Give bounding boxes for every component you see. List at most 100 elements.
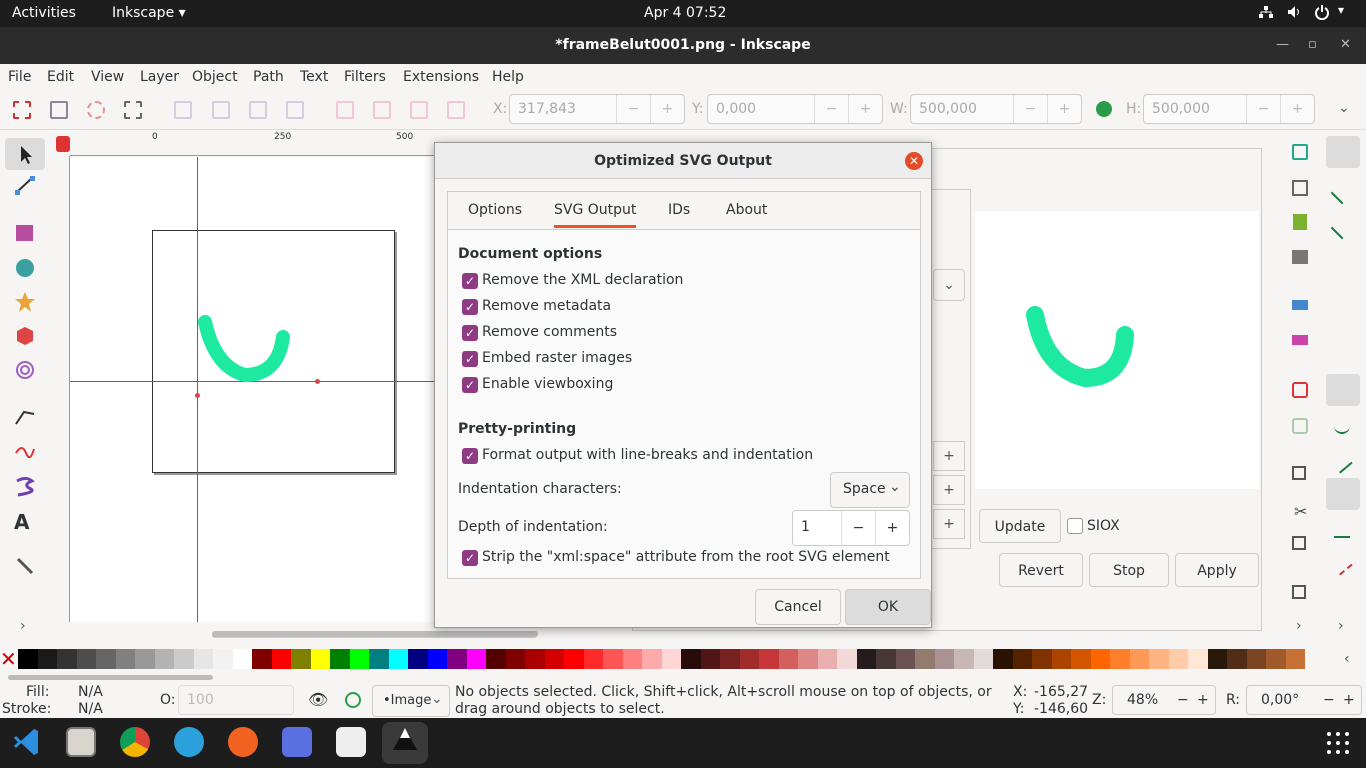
snap-midpoints-icon[interactable] — [1334, 524, 1350, 538]
menu-help[interactable]: Help — [492, 69, 524, 85]
toolbar-overflow-chevron-icon[interactable]: ⌄ — [1338, 100, 1350, 116]
color-swatch[interactable] — [37, 649, 57, 669]
color-swatch[interactable] — [330, 649, 350, 669]
undo-icon[interactable] — [1292, 382, 1308, 398]
color-swatch[interactable] — [993, 649, 1013, 669]
depth-of-indentation-spinner[interactable]: 1 − + — [792, 510, 910, 546]
embed-raster-images-checkbox[interactable]: ✓ — [462, 351, 478, 367]
spin-plus-button[interactable]: + — [933, 475, 965, 505]
text-editor-icon[interactable] — [336, 727, 366, 757]
depth-minus-button[interactable]: − — [841, 511, 875, 545]
snap-expand-icon[interactable]: › — [1338, 618, 1344, 634]
rotate-ccw-icon[interactable] — [174, 101, 192, 119]
y-field[interactable]: 0,000 − + — [707, 94, 883, 124]
canvas-lock-icon[interactable] — [56, 136, 70, 152]
chrome-icon[interactable] — [120, 727, 150, 757]
color-swatch[interactable] — [915, 649, 935, 669]
menu-filters[interactable]: Filters — [344, 69, 386, 85]
tab-ids[interactable]: IDs — [668, 202, 690, 218]
rotation-plus-button[interactable]: + — [1343, 692, 1355, 708]
cancel-button[interactable]: Cancel — [755, 589, 841, 625]
color-swatch[interactable] — [856, 649, 876, 669]
select-all-icon[interactable] — [13, 101, 31, 119]
color-swatch[interactable] — [1168, 649, 1188, 669]
color-swatch[interactable] — [369, 649, 389, 669]
color-swatch[interactable] — [18, 649, 38, 669]
color-swatch[interactable] — [661, 649, 681, 669]
files-icon[interactable] — [66, 727, 96, 757]
color-swatch[interactable] — [96, 649, 116, 669]
show-apps-icon[interactable] — [1326, 731, 1350, 755]
w-minus-button[interactable]: − — [1013, 95, 1047, 123]
color-swatch[interactable] — [486, 649, 506, 669]
inkscape-icon[interactable] — [382, 722, 428, 764]
snap-bbox-icon[interactable] — [1330, 181, 1354, 205]
snap-toggle-icon[interactable] — [1326, 136, 1360, 168]
color-swatch[interactable] — [447, 649, 467, 669]
duplicate-icon[interactable] — [1292, 585, 1306, 599]
telegram-icon[interactable] — [174, 727, 204, 757]
h-plus-button[interactable]: + — [1280, 95, 1314, 123]
print-icon[interactable] — [1292, 250, 1308, 264]
palette-scrollbar[interactable] — [8, 675, 213, 680]
layer-lock-icon[interactable] — [345, 692, 361, 708]
menu-edit[interactable]: Edit — [47, 69, 74, 85]
export-icon[interactable] — [1292, 335, 1308, 345]
y-minus-button[interactable]: − — [814, 95, 848, 123]
menu-path[interactable]: Path — [253, 69, 284, 85]
color-swatch[interactable] — [544, 649, 564, 669]
text-tool-icon[interactable]: A — [14, 510, 36, 534]
menu-object[interactable]: Object — [192, 69, 238, 85]
snap-guides-icon[interactable] — [1331, 554, 1353, 576]
color-swatch[interactable] — [388, 649, 408, 669]
pen-tool-icon[interactable] — [14, 406, 36, 428]
apply-button[interactable]: Apply — [1175, 553, 1259, 587]
remove-metadata-checkbox[interactable]: ✓ — [462, 299, 478, 315]
h-minus-button[interactable]: − — [1246, 95, 1280, 123]
raise-icon[interactable] — [373, 101, 391, 119]
ok-button[interactable]: OK — [845, 589, 931, 625]
guide-anchor[interactable] — [195, 393, 200, 398]
color-swatch[interactable] — [1090, 649, 1110, 669]
spin-plus-button[interactable]: + — [933, 509, 965, 539]
postman-icon[interactable] — [228, 727, 258, 757]
menu-extensions[interactable]: Extensions — [403, 69, 479, 85]
pencil-tool-icon[interactable] — [14, 441, 36, 463]
raise-to-top-icon[interactable] — [336, 101, 354, 119]
color-swatch[interactable] — [349, 649, 369, 669]
y-plus-button[interactable]: + — [848, 95, 882, 123]
fill-value[interactable]: N/A — [78, 684, 103, 700]
color-swatch[interactable] — [759, 649, 779, 669]
deselect-icon[interactable] — [87, 101, 105, 119]
color-swatch[interactable] — [57, 649, 77, 669]
color-swatch[interactable] — [505, 649, 525, 669]
color-swatch[interactable] — [700, 649, 720, 669]
color-swatch[interactable] — [252, 649, 272, 669]
redo-icon[interactable] — [1292, 418, 1308, 434]
snap-intersections-icon[interactable] — [1331, 452, 1353, 474]
guide-anchor[interactable] — [315, 379, 320, 384]
color-swatch[interactable] — [525, 649, 545, 669]
cut-icon[interactable]: ✂ — [1294, 502, 1307, 521]
color-swatch[interactable] — [798, 649, 818, 669]
volume-icon[interactable] — [1286, 4, 1302, 24]
color-swatch[interactable] — [115, 649, 135, 669]
w-plus-button[interactable]: + — [1047, 95, 1081, 123]
activities-button[interactable]: Activities — [12, 5, 76, 21]
color-swatch[interactable] — [76, 649, 96, 669]
toolbox-expand-icon[interactable]: › — [20, 618, 26, 634]
clock[interactable]: Apr 4 07:52 — [644, 5, 726, 21]
menu-layer[interactable]: Layer — [140, 69, 179, 85]
zoom-minus-button[interactable]: − — [1177, 692, 1189, 708]
copy-icon[interactable] — [1292, 466, 1306, 480]
color-swatch[interactable] — [954, 649, 974, 669]
lower-icon[interactable] — [410, 101, 428, 119]
color-swatch[interactable] — [427, 649, 447, 669]
tab-svg-output[interactable]: SVG Output — [554, 202, 637, 228]
color-swatch[interactable] — [1227, 649, 1247, 669]
color-swatch[interactable] — [1188, 649, 1208, 669]
color-swatch[interactable] — [934, 649, 954, 669]
color-swatch[interactable] — [154, 649, 174, 669]
color-swatch[interactable] — [603, 649, 623, 669]
color-swatch[interactable] — [1032, 649, 1052, 669]
